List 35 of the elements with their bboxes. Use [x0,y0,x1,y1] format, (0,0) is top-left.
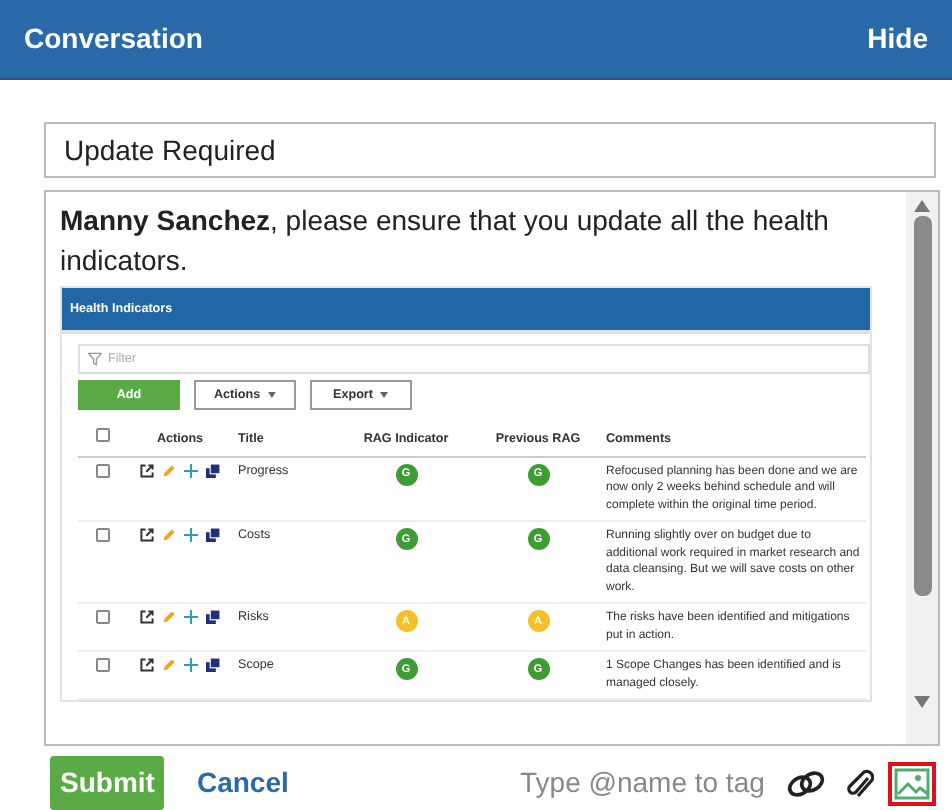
copy-icon[interactable] [206,658,220,673]
plus-icon[interactable] [184,528,198,543]
cancel-link[interactable]: Cancel [196,762,289,804]
external-link-icon[interactable] [140,463,154,478]
copy-icon[interactable] [206,463,220,478]
scroll-down-icon[interactable] [914,696,930,708]
external-link-icon[interactable] [140,528,154,543]
scrollbar[interactable] [906,192,938,744]
caret-icon [380,392,389,399]
message-text: Manny Sanchez, please ensure that you update all the health indicators. [60,202,831,280]
image-icon[interactable] [888,761,936,805]
row-checkbox[interactable] [95,658,109,673]
copy-icon[interactable] [206,610,220,625]
message-field[interactable] [44,190,940,746]
external-link-icon[interactable] [140,658,154,673]
external-link-icon[interactable] [140,610,154,625]
pencil-icon[interactable] [162,610,176,625]
plus-icon[interactable] [184,610,198,625]
pencil-icon[interactable] [162,528,176,543]
pencil-icon[interactable] [162,463,176,478]
select-all-checkbox[interactable] [95,428,109,443]
filter-icon [88,352,102,367]
plus-icon[interactable] [184,658,198,673]
panel-title: Conversation [24,20,203,58]
copy-icon[interactable] [206,528,220,543]
row-checkbox[interactable] [95,610,109,625]
row-checkbox[interactable] [95,528,109,543]
caret-icon [268,392,276,399]
row-checkbox[interactable] [95,463,109,478]
scroll-up-icon[interactable] [914,200,930,212]
pencil-icon[interactable] [162,658,176,673]
hide-link[interactable]: Hide [867,18,928,60]
plus-icon[interactable] [184,463,198,478]
subject-field[interactable]: Update Required [44,122,936,178]
submit-button[interactable]: Submit [50,756,165,810]
